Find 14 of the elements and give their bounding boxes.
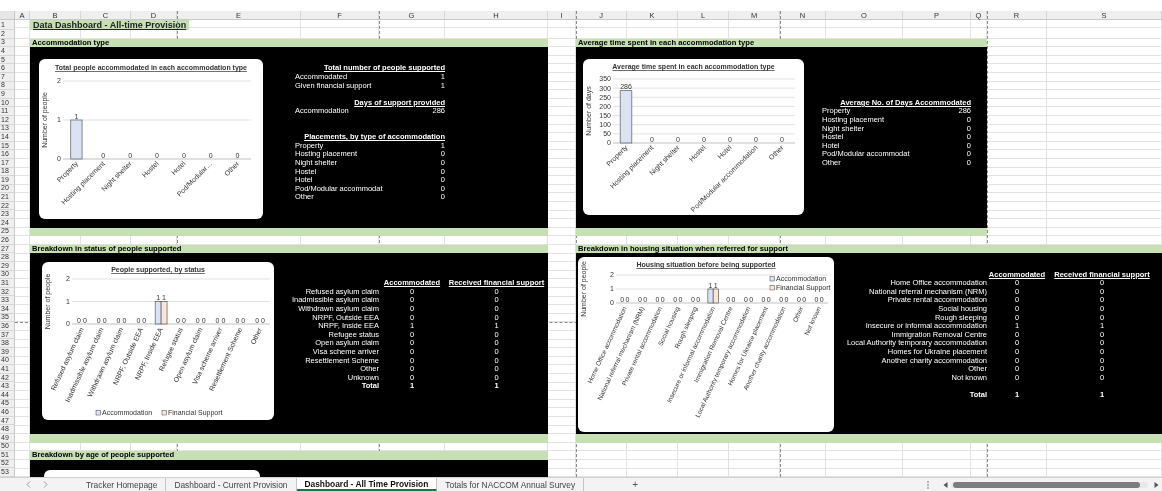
sheet-tab[interactable]: Dashboard - Current Provision bbox=[166, 478, 297, 491]
legend-swatch bbox=[161, 410, 167, 416]
sheet-tab[interactable]: Tracker Homepage bbox=[78, 478, 167, 491]
legend-swatch bbox=[769, 285, 775, 291]
bar bbox=[619, 90, 633, 144]
scroll-right-icon[interactable] bbox=[1154, 481, 1159, 488]
legend-swatch bbox=[95, 410, 101, 416]
sheet-title: Data Dashboard - All-time Provision bbox=[30, 20, 190, 30]
bar bbox=[70, 119, 83, 160]
scroll-left-icon[interactable] bbox=[943, 481, 948, 488]
legend-swatch bbox=[769, 276, 775, 282]
add-sheet-button[interactable]: + bbox=[628, 478, 642, 491]
sheet-tab[interactable]: Totals for NACCOM Annual Survey bbox=[437, 478, 585, 491]
sheet-tab[interactable]: Dashboard - All Time Provision bbox=[296, 478, 438, 491]
